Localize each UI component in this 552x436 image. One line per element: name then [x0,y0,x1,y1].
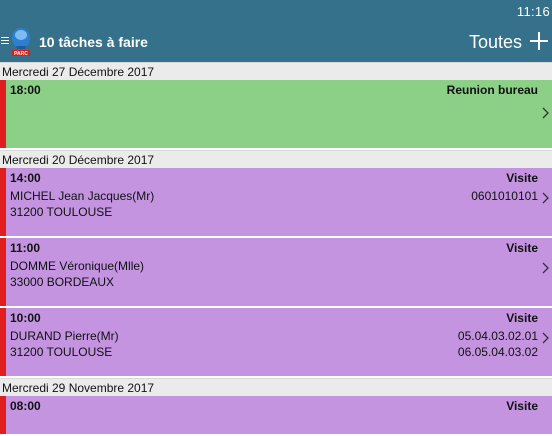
priority-marker [0,308,6,376]
task-row[interactable]: 11:00 Visite DOMME Véronique(Mlle) 33000… [0,238,552,308]
task-row[interactable]: 10:00 Visite DURAND Pierre(Mr) 31200 TOU… [0,308,552,378]
contact-name: DOMME Véronique(Mlle) [10,259,145,273]
menu-icon[interactable] [1,37,9,44]
chevron-right-icon [542,262,549,274]
status-time: 11:16 [516,4,550,19]
contact-city: 31200 TOULOUSE [10,205,113,219]
task-type: Visite [506,311,538,325]
contact-city: 33000 BORDEAUX [10,275,115,289]
task-type: Visite [506,241,538,255]
task-time: 18:00 [10,83,41,97]
logo-text: PARC [14,51,28,57]
app-bar: PARC 10 tâches à faire Toutes [0,24,552,62]
page-title: 10 tâches à faire [39,34,148,50]
chevron-right-icon [542,192,549,204]
filter-dropdown[interactable]: Toutes [469,32,522,53]
task-time: 14:00 [10,171,41,185]
date-header: Mercredi 29 Novembre 2017 [0,378,552,396]
status-bar: 11:16 [0,0,552,24]
task-type: Visite [506,171,538,185]
task-row[interactable]: 14:00 Visite MICHEL Jean Jacques(Mr) 312… [0,168,552,238]
task-time: 10:00 [10,311,41,325]
contact-name: DURAND Pierre(Mr) [10,329,119,343]
task-time: 11:00 [10,241,41,255]
priority-marker [0,168,6,236]
chevron-right-icon [542,107,549,119]
contact-phone: 0601010101 [471,189,538,203]
add-icon[interactable] [529,31,549,51]
chevron-right-icon [542,332,549,344]
task-time: 08:00 [10,399,41,413]
task-type: Visite [506,399,538,413]
priority-marker [0,238,6,306]
task-list: Mercredi 27 Décembre 2017 18:00 Reunion … [0,62,552,436]
date-header: Mercredi 27 Décembre 2017 [0,62,552,80]
contact-phone-secondary: 06.05.04.03.02 [457,345,538,359]
contact-phone: 05.04.03.02.01 [457,329,538,343]
task-row[interactable]: 08:00 Visite [0,396,552,436]
app-logo[interactable]: PARC [10,26,32,58]
contact-city: 31200 TOULOUSE [10,345,113,359]
task-row[interactable]: 18:00 Reunion bureau [0,80,552,150]
priority-marker [0,396,6,434]
contact-name: MICHEL Jean Jacques(Mr) [10,189,155,203]
priority-marker [0,80,6,148]
date-header: Mercredi 20 Décembre 2017 [0,150,552,168]
task-type: Reunion bureau [446,83,538,97]
